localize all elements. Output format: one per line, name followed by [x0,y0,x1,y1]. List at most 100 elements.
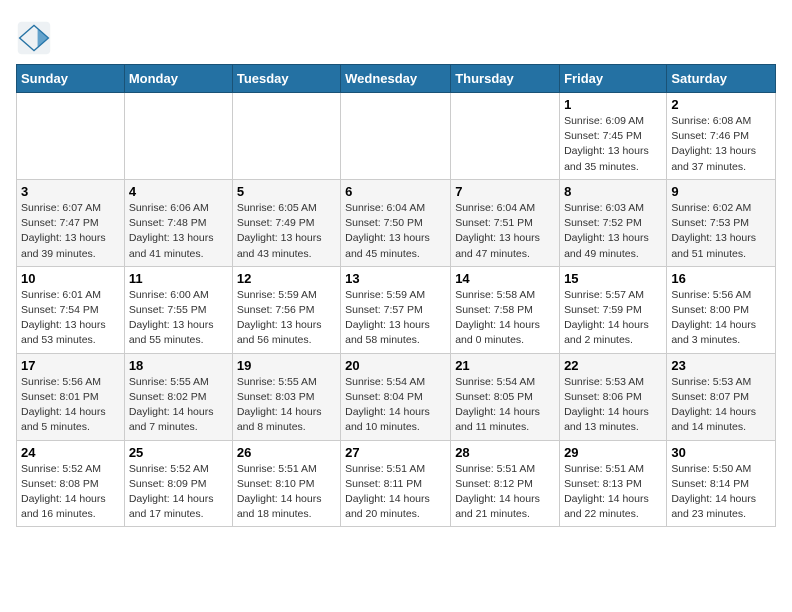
day-info: Sunrise: 5:54 AM Sunset: 8:04 PM Dayligh… [345,375,446,436]
table-row: 19 Sunrise: 5:55 AM Sunset: 8:03 PM Dayli… [232,353,340,440]
day-info: Sunrise: 6:02 AM Sunset: 7:53 PM Dayligh… [671,201,771,262]
table-row [341,93,451,180]
day-number: 25 [129,445,228,460]
table-row: 3 Sunrise: 6:07 AM Sunset: 7:47 PM Daylig… [17,179,125,266]
table-row: 8 Sunrise: 6:03 AM Sunset: 7:52 PM Daylig… [560,179,667,266]
day-number: 9 [671,184,771,199]
table-row: 9 Sunrise: 6:02 AM Sunset: 7:53 PM Daylig… [667,179,776,266]
header-saturday: Saturday [667,65,776,93]
day-number: 28 [455,445,555,460]
day-number: 17 [21,358,120,373]
day-number: 12 [237,271,336,286]
day-number: 3 [21,184,120,199]
day-info: Sunrise: 5:51 AM Sunset: 8:10 PM Dayligh… [237,462,336,523]
day-number: 23 [671,358,771,373]
table-row: 12 Sunrise: 5:59 AM Sunset: 7:56 PM Dayli… [232,266,340,353]
day-number: 21 [455,358,555,373]
day-info: Sunrise: 6:03 AM Sunset: 7:52 PM Dayligh… [564,201,662,262]
header-wednesday: Wednesday [341,65,451,93]
day-number: 8 [564,184,662,199]
day-number: 10 [21,271,120,286]
table-row [124,93,232,180]
table-row: 4 Sunrise: 6:06 AM Sunset: 7:48 PM Daylig… [124,179,232,266]
day-info: Sunrise: 6:08 AM Sunset: 7:46 PM Dayligh… [671,114,771,175]
day-info: Sunrise: 5:55 AM Sunset: 8:02 PM Dayligh… [129,375,228,436]
day-info: Sunrise: 5:59 AM Sunset: 7:57 PM Dayligh… [345,288,446,349]
table-row: 1 Sunrise: 6:09 AM Sunset: 7:45 PM Daylig… [560,93,667,180]
table-row: 20Sunrise: 5:54 AM Sunset: 8:04 PM Dayli… [341,353,451,440]
day-info: Sunrise: 5:59 AM Sunset: 7:56 PM Dayligh… [237,288,336,349]
day-number: 13 [345,271,446,286]
day-info: Sunrise: 6:01 AM Sunset: 7:54 PM Dayligh… [21,288,120,349]
day-info: Sunrise: 6:04 AM Sunset: 7:50 PM Dayligh… [345,201,446,262]
day-info: Sunrise: 6:06 AM Sunset: 7:48 PM Dayligh… [129,201,228,262]
table-row: 16 Sunrise: 5:56 AM Sunset: 8:00 PM Dayli… [667,266,776,353]
table-row: 6 Sunrise: 6:04 AM Sunset: 7:50 PM Daylig… [341,179,451,266]
day-number: 5 [237,184,336,199]
header-monday: Monday [124,65,232,93]
day-info: Sunrise: 5:52 AM Sunset: 8:08 PM Dayligh… [21,462,120,523]
day-info: Sunrise: 5:53 AM Sunset: 8:06 PM Dayligh… [564,375,662,436]
table-row: 10 Sunrise: 6:01 AM Sunset: 7:54 PM Dayli… [17,266,125,353]
day-number: 2 [671,97,771,112]
day-number: 1 [564,97,662,112]
table-row: 27 Sunrise: 5:51 AM Sunset: 8:11 PM Dayli… [341,440,451,527]
calendar-header: Sunday Monday Tuesday Wednesday Thursday… [17,65,776,93]
page-header [16,16,776,56]
day-info: Sunrise: 6:04 AM Sunset: 7:51 PM Dayligh… [455,201,555,262]
day-info: Sunrise: 5:53 AM Sunset: 8:07 PM Dayligh… [671,375,771,436]
table-row: 13 Sunrise: 5:59 AM Sunset: 7:57 PM Dayli… [341,266,451,353]
day-info: Sunrise: 5:50 AM Sunset: 8:14 PM Dayligh… [671,462,771,523]
table-row [451,93,560,180]
day-number: 16 [671,271,771,286]
day-number: 6 [345,184,446,199]
table-row: 18 Sunrise: 5:55 AM Sunset: 8:02 PM Dayli… [124,353,232,440]
day-number: 29 [564,445,662,460]
table-row: 22 Sunrise: 5:53 AM Sunset: 8:06 PM Dayli… [560,353,667,440]
day-number: 19 [237,358,336,373]
calendar-table: Sunday Monday Tuesday Wednesday Thursday… [16,64,776,527]
day-info: Sunrise: 5:56 AM Sunset: 8:01 PM Dayligh… [21,375,120,436]
table-row: 26Sunrise: 5:51 AM Sunset: 8:10 PM Dayli… [232,440,340,527]
day-info: Sunrise: 5:55 AM Sunset: 8:03 PM Dayligh… [237,375,336,436]
day-number: 30 [671,445,771,460]
table-row [17,93,125,180]
table-row: 14Sunrise: 5:58 AM Sunset: 7:58 PM Dayli… [451,266,560,353]
header-friday: Friday [560,65,667,93]
day-info: Sunrise: 5:56 AM Sunset: 8:00 PM Dayligh… [671,288,771,349]
table-row: 28 Sunrise: 5:51 AM Sunset: 8:12 PM Dayli… [451,440,560,527]
day-info: Sunrise: 5:51 AM Sunset: 8:11 PM Dayligh… [345,462,446,523]
day-info: Sunrise: 5:51 AM Sunset: 8:12 PM Dayligh… [455,462,555,523]
header-tuesday: Tuesday [232,65,340,93]
table-row [232,93,340,180]
day-info: Sunrise: 5:54 AM Sunset: 8:05 PM Dayligh… [455,375,555,436]
table-row: 17 Sunrise: 5:56 AM Sunset: 8:01 PM Dayli… [17,353,125,440]
day-number: 18 [129,358,228,373]
day-info: Sunrise: 6:05 AM Sunset: 7:49 PM Dayligh… [237,201,336,262]
table-row: 24 Sunrise: 5:52 AM Sunset: 8:08 PM Dayli… [17,440,125,527]
table-row: 7 Sunrise: 6:04 AM Sunset: 7:51 PM Daylig… [451,179,560,266]
day-info: Sunrise: 5:51 AM Sunset: 8:13 PM Dayligh… [564,462,662,523]
table-row: 5 Sunrise: 6:05 AM Sunset: 7:49 PM Daylig… [232,179,340,266]
table-row: 25Sunrise: 5:52 AM Sunset: 8:09 PM Dayli… [124,440,232,527]
day-number: 14 [455,271,555,286]
logo-icon [16,20,52,56]
day-number: 22 [564,358,662,373]
table-row: 11Sunrise: 6:00 AM Sunset: 7:55 PM Dayli… [124,266,232,353]
day-number: 4 [129,184,228,199]
day-info: Sunrise: 6:09 AM Sunset: 7:45 PM Dayligh… [564,114,662,175]
table-row: 15Sunrise: 5:57 AM Sunset: 7:59 PM Dayli… [560,266,667,353]
day-info: Sunrise: 5:57 AM Sunset: 7:59 PM Dayligh… [564,288,662,349]
day-number: 11 [129,271,228,286]
day-number: 27 [345,445,446,460]
header-sunday: Sunday [17,65,125,93]
table-row: 29 Sunrise: 5:51 AM Sunset: 8:13 PM Dayli… [560,440,667,527]
day-info: Sunrise: 6:07 AM Sunset: 7:47 PM Dayligh… [21,201,120,262]
logo [16,20,56,56]
table-row: 2 Sunrise: 6:08 AM Sunset: 7:46 PM Daylig… [667,93,776,180]
calendar-body: 1 Sunrise: 6:09 AM Sunset: 7:45 PM Daylig… [17,93,776,527]
day-number: 7 [455,184,555,199]
day-number: 24 [21,445,120,460]
table-row: 23 Sunrise: 5:53 AM Sunset: 8:07 PM Dayli… [667,353,776,440]
table-row: 30 Sunrise: 5:50 AM Sunset: 8:14 PM Dayli… [667,440,776,527]
